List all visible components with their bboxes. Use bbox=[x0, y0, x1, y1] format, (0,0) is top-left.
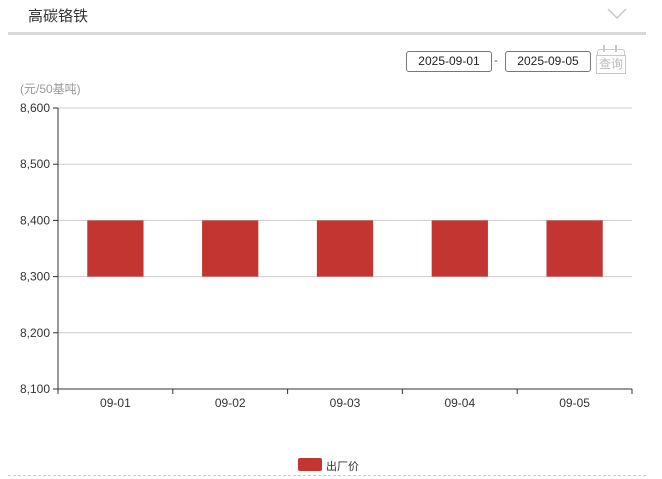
bar bbox=[202, 220, 259, 277]
x-tick-label: 09-04 bbox=[444, 396, 475, 410]
legend-swatch bbox=[298, 458, 322, 471]
bar bbox=[87, 220, 144, 277]
legend-label: 出厂价 bbox=[326, 461, 359, 473]
y-tick-label: 8,300 bbox=[20, 270, 50, 284]
y-tick-label: 8,200 bbox=[20, 326, 50, 340]
bar bbox=[316, 220, 374, 277]
y-tick-label: 8,400 bbox=[20, 213, 50, 227]
x-tick-label: 09-01 bbox=[100, 396, 131, 410]
y-tick-label: 8,100 bbox=[20, 382, 50, 396]
bar-chart: 8,100 8,200 8,300 8,400 8,500 8,600 09-01 09-02… bbox=[20, 101, 633, 410]
y-tick-label: 8,600 bbox=[20, 101, 50, 115]
x-tick-label: 09-03 bbox=[330, 396, 361, 410]
footer-divider bbox=[8, 475, 646, 476]
y-tick-label: 8,500 bbox=[20, 157, 50, 171]
x-tick-label: 09-05 bbox=[559, 396, 590, 410]
x-tick-label: 09-02 bbox=[215, 396, 246, 410]
bar bbox=[546, 220, 603, 277]
bar bbox=[431, 220, 488, 277]
